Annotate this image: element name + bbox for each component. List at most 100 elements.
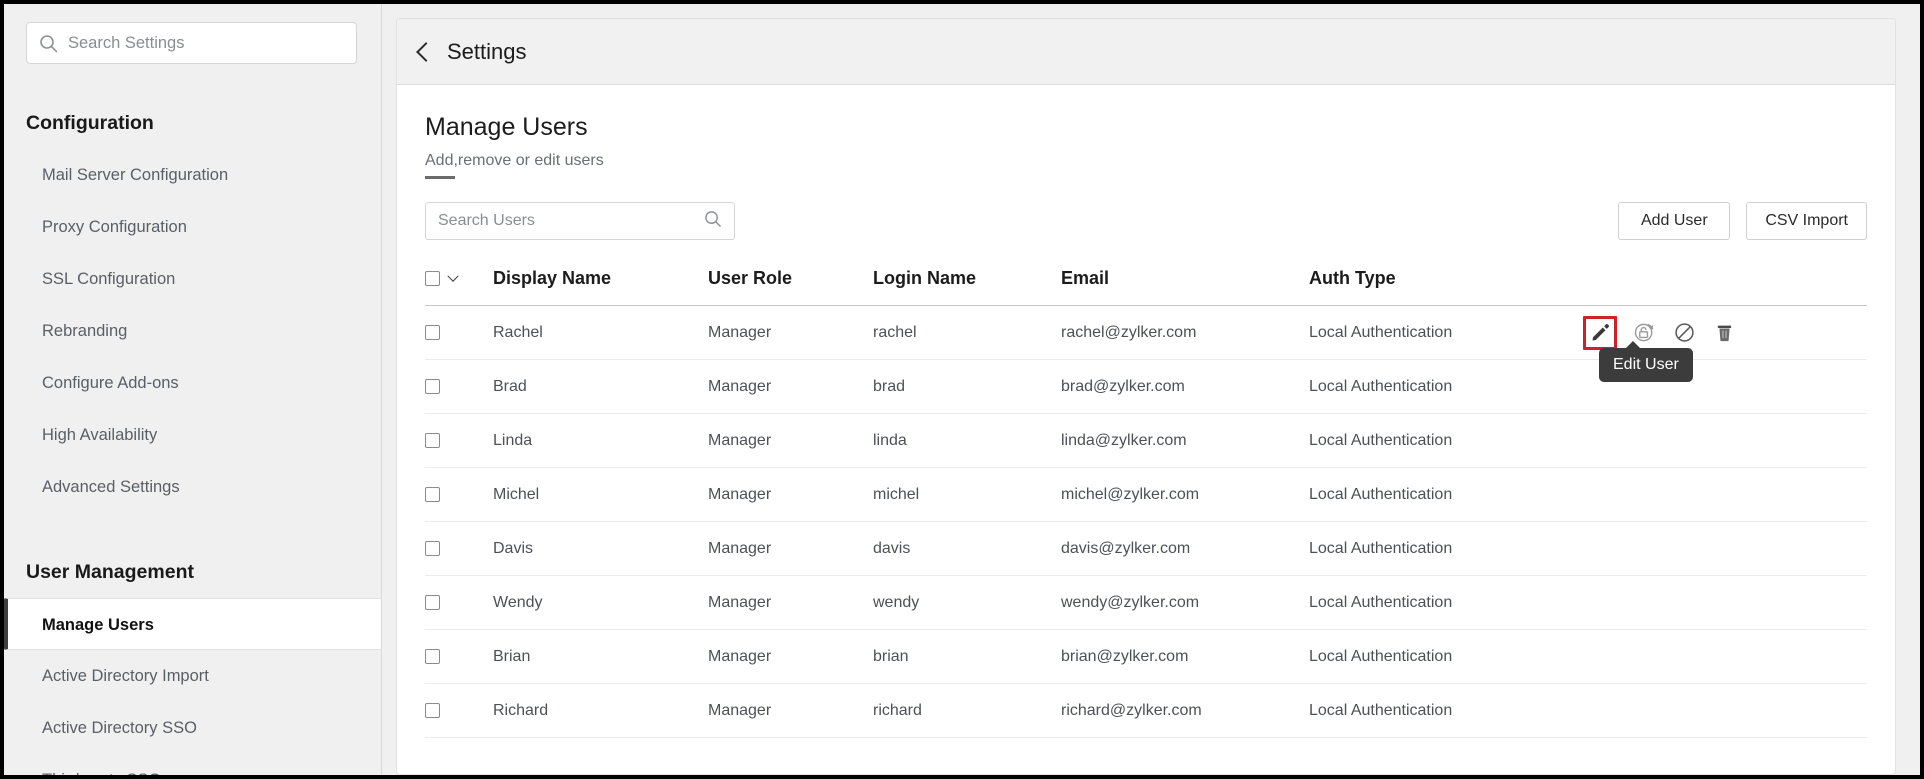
cell-display-name: Richard — [493, 684, 708, 738]
select-all-checkbox[interactable] — [425, 271, 440, 286]
cell-display-name: Michel — [493, 468, 708, 522]
panel-body: Manage Users Add,remove or edit users — [397, 85, 1895, 774]
sidebar-item-ssl-configuration[interactable]: SSL Configuration — [4, 253, 381, 305]
cell-login-name: brad — [873, 360, 1061, 414]
row-actions — [1577, 316, 1867, 350]
page-subtitle: Add,remove or edit users — [425, 152, 604, 170]
delete-user-icon[interactable] — [1711, 320, 1737, 346]
cell-auth-type: Local Authentication — [1309, 468, 1577, 522]
chevron-left-icon[interactable] — [416, 42, 436, 62]
edit-user-icon[interactable] — [1583, 316, 1617, 350]
sidebar-item-advanced-settings[interactable]: Advanced Settings — [4, 461, 381, 513]
add-user-button[interactable]: Add User — [1618, 202, 1730, 240]
cell-auth-type: Local Authentication — [1309, 414, 1577, 468]
row-checkbox[interactable] — [425, 487, 440, 502]
row-select-cell — [425, 522, 493, 576]
sidebar-search-wrap — [26, 22, 357, 64]
search-settings-box[interactable] — [26, 22, 357, 64]
chevron-down-icon[interactable] — [447, 270, 458, 281]
cell-user-role: Manager — [708, 468, 873, 522]
sidebar-item-label: Active Directory SSO — [42, 719, 197, 737]
csv-import-button[interactable]: CSV Import — [1746, 202, 1867, 240]
column-header-actions — [1577, 268, 1867, 306]
toolbar-buttons: Add User CSV Import — [1618, 202, 1867, 240]
search-users-box[interactable] — [425, 202, 735, 240]
sidebar-item-manage-users[interactable]: Manage Users — [4, 598, 381, 650]
sidebar-item-label: Mail Server Configuration — [42, 166, 228, 184]
disable-user-icon[interactable] — [1671, 320, 1697, 346]
cell-login-name: wendy — [873, 576, 1061, 630]
table-header-row: Display Name User Role Login Name Email … — [425, 268, 1867, 306]
cell-email: michel@zylker.com — [1061, 468, 1309, 522]
cell-login-name: michel — [873, 468, 1061, 522]
row-checkbox[interactable] — [425, 649, 440, 664]
row-checkbox[interactable] — [425, 703, 440, 718]
table-row[interactable]: WendyManagerwendywendy@zylker.comLocal A… — [425, 576, 1867, 630]
sidebar-item-proxy-configuration[interactable]: Proxy Configuration — [4, 201, 381, 253]
row-checkbox[interactable] — [425, 325, 440, 340]
cell-login-name: davis — [873, 522, 1061, 576]
search-icon — [704, 210, 722, 233]
table-row[interactable]: LindaManagerlindalinda@zylker.comLocal A… — [425, 414, 1867, 468]
cell-auth-type: Local Authentication — [1309, 360, 1577, 414]
row-actions-cell — [1577, 522, 1867, 576]
cell-email: davis@zylker.com — [1061, 522, 1309, 576]
table-row[interactable]: MichelManagermichelmichel@zylker.comLoca… — [425, 468, 1867, 522]
cell-auth-type: Local Authentication — [1309, 522, 1577, 576]
search-icon — [39, 34, 58, 53]
cell-user-role: Manager — [708, 576, 873, 630]
row-select-cell — [425, 414, 493, 468]
table-toolbar: Add User CSV Import — [425, 202, 1867, 240]
row-select-cell — [425, 630, 493, 684]
cell-login-name: rachel — [873, 306, 1061, 360]
cell-display-name: Wendy — [493, 576, 708, 630]
page-title: Manage Users — [425, 113, 1867, 142]
sidebar-item-configure-add-ons[interactable]: Configure Add-ons — [4, 357, 381, 409]
cell-auth-type: Local Authentication — [1309, 306, 1577, 360]
search-users-input[interactable] — [438, 203, 704, 239]
cell-display-name: Brian — [493, 630, 708, 684]
row-checkbox[interactable] — [425, 541, 440, 556]
sidebar-item-active-directory-import[interactable]: Active Directory Import — [4, 650, 381, 702]
cell-user-role: Manager — [708, 360, 873, 414]
sidebar-item-label: High Availability — [42, 426, 157, 444]
sidebar-item-mail-server-configuration[interactable]: Mail Server Configuration — [4, 149, 381, 201]
sidebar-item-third-party-sso[interactable]: Third-party SSO — [4, 754, 381, 775]
column-header-login-name: Login Name — [873, 268, 1061, 306]
cell-auth-type: Local Authentication — [1309, 684, 1577, 738]
cell-email: richard@zylker.com — [1061, 684, 1309, 738]
sidebar-list-user-management: Manage Users Active Directory Import Act… — [4, 598, 381, 775]
cell-user-role: Manager — [708, 522, 873, 576]
column-header-email: Email — [1061, 268, 1309, 306]
table-row[interactable]: DavisManagerdavisdavis@zylker.comLocal A… — [425, 522, 1867, 576]
table-row[interactable]: RichardManagerrichardrichard@zylker.comL… — [425, 684, 1867, 738]
column-header-user-role: User Role — [708, 268, 873, 306]
row-actions-cell — [1577, 414, 1867, 468]
sidebar-item-rebranding[interactable]: Rebranding — [4, 305, 381, 357]
column-header-display-name: Display Name — [493, 268, 708, 306]
row-checkbox[interactable] — [425, 595, 440, 610]
search-settings-input[interactable] — [68, 23, 344, 63]
table-row[interactable]: BrianManagerbrianbrian@zylker.comLocal A… — [425, 630, 1867, 684]
row-actions-cell — [1577, 468, 1867, 522]
sidebar-item-high-availability[interactable]: High Availability — [4, 409, 381, 461]
select-all-cell — [425, 268, 493, 306]
row-checkbox[interactable] — [425, 379, 440, 394]
cell-email: linda@zylker.com — [1061, 414, 1309, 468]
sidebar-item-label: Active Directory Import — [42, 667, 209, 685]
cell-display-name: Rachel — [493, 306, 708, 360]
row-checkbox[interactable] — [425, 433, 440, 448]
table-row[interactable]: RachelManagerrachelrachel@zylker.comLoca… — [425, 306, 1867, 360]
cell-email: brian@zylker.com — [1061, 630, 1309, 684]
cell-user-role: Manager — [708, 414, 873, 468]
sidebar-item-label: Rebranding — [42, 322, 127, 340]
cell-user-role: Manager — [708, 630, 873, 684]
breadcrumb-settings[interactable]: Settings — [447, 39, 527, 65]
cell-display-name: Davis — [493, 522, 708, 576]
sidebar-item-label: SSL Configuration — [42, 270, 175, 288]
main-region: Settings Manage Users Add,remove or edit… — [382, 4, 1920, 775]
column-header-auth-type: Auth Type — [1309, 268, 1577, 306]
sidebar-item-active-directory-sso[interactable]: Active Directory SSO — [4, 702, 381, 754]
settings-sidebar: Configuration Mail Server Configuration … — [4, 4, 382, 775]
sidebar-item-label: Configure Add-ons — [42, 374, 179, 392]
